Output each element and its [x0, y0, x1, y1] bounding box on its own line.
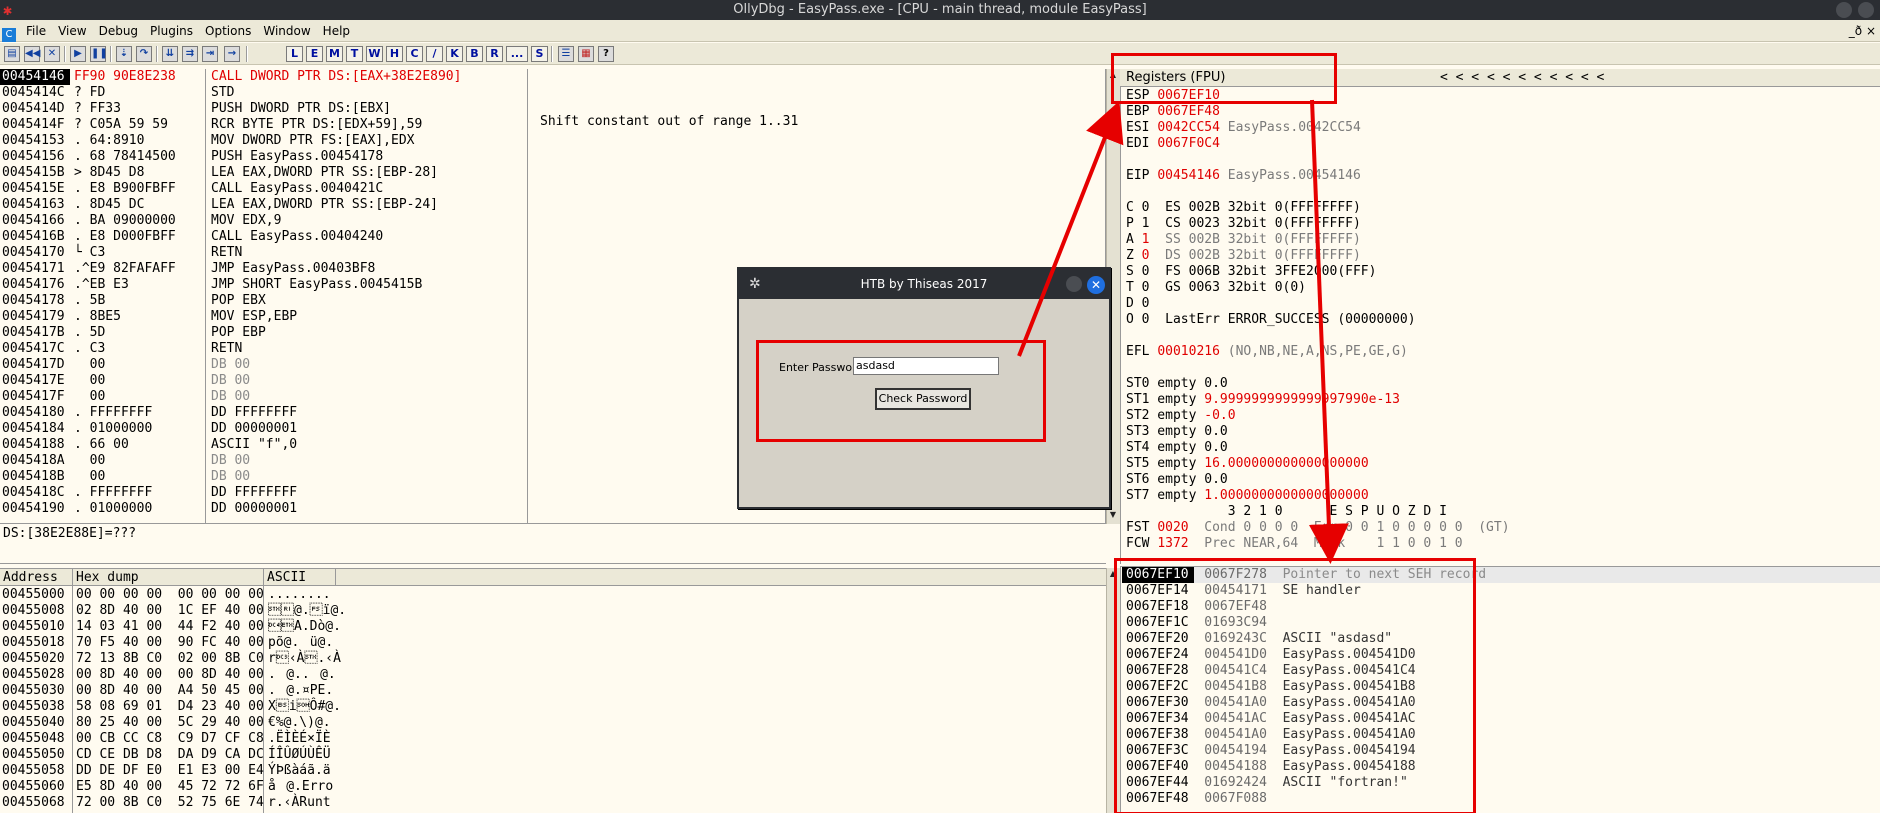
- arrow-esp-to-stack: [1308, 99, 1349, 564]
- arrow-password-to-esp: [1017, 100, 1124, 357]
- annotation-arrows: [1017, 99, 1349, 564]
